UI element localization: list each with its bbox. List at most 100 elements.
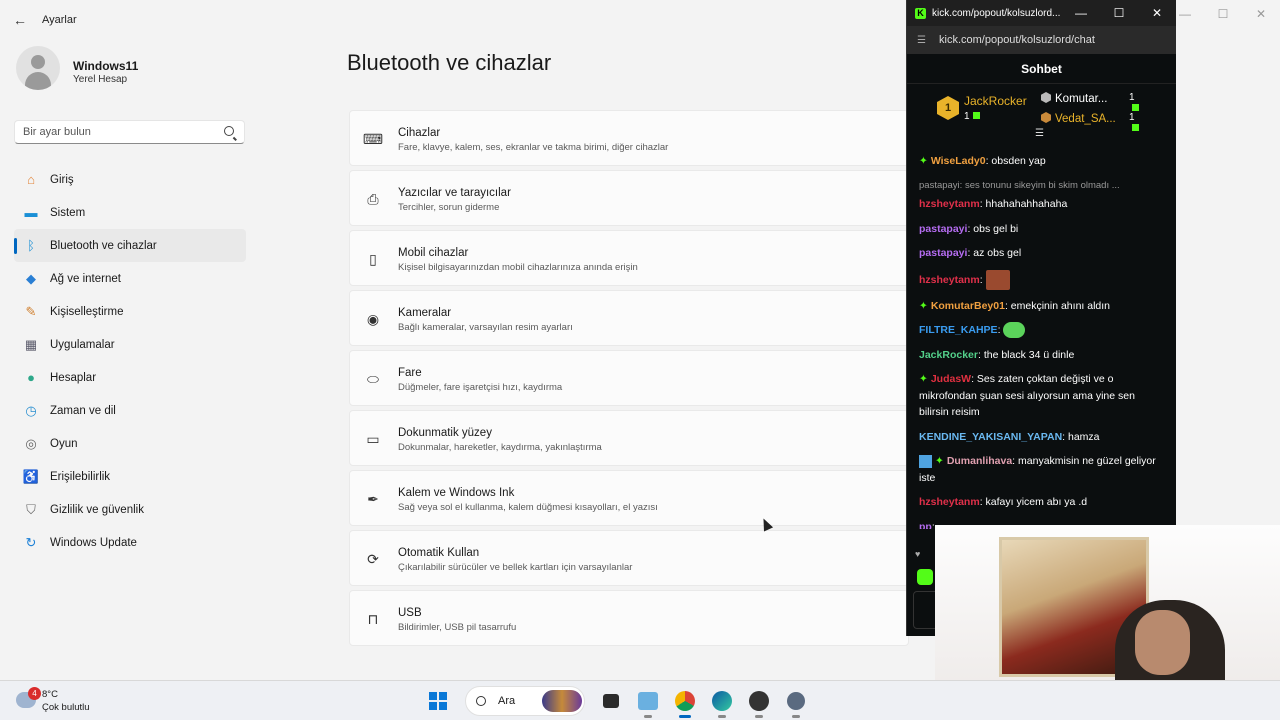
back-button[interactable]: ← [10, 10, 30, 30]
task-view-icon [603, 694, 619, 708]
chat-username[interactable]: hzsheytanm [919, 198, 980, 210]
paint-icon [638, 692, 658, 710]
taskbar-search[interactable]: Ara [465, 686, 585, 716]
search-icon[interactable] [224, 126, 234, 136]
settings-card[interactable]: ⬭ Fare Düğmeler, fare işaretçisi hızı, kay… [349, 350, 909, 406]
card-title: Kameralar [398, 307, 452, 319]
settings-card[interactable]: ▭ Dokunmatik yüzey Dokunmalar, hareketler,… [349, 410, 909, 466]
chat-message: ✦ JudasW: Ses zaten çoktan değişti ve o m… [919, 373, 1135, 418]
printer-icon: ⎙ [367, 190, 379, 207]
leader-third[interactable]: Vedat_SA... 1 [1041, 112, 1139, 131]
devices-icon: ⌨ [362, 130, 384, 147]
search-input[interactable] [15, 121, 205, 143]
taskbar-app-chrome[interactable] [667, 683, 703, 719]
card-title: Dokunmatik yüzey [398, 427, 492, 439]
rank-hex-icon [1041, 92, 1051, 103]
chat-url-bar[interactable]: ☰ kick.com/popout/kolsuzlord/chat [907, 26, 1176, 54]
card-subtitle: Dokunmalar, hareketler, kaydırma, yakınl… [398, 442, 602, 453]
gift-icon [1132, 104, 1139, 111]
sidebar-item-6[interactable]: ● Hesaplar [14, 361, 246, 394]
sidebar-item-label: Ağ ve internet [50, 272, 121, 285]
settings-card[interactable]: ▯ Mobil cihazlar Kişisel bilgisayarınızdan… [349, 230, 909, 286]
chat-username[interactable]: WiseLady0 [931, 155, 986, 167]
chat-username[interactable]: KomutarBey01 [931, 300, 1005, 312]
sidebar-item-0[interactable]: ⌂ Giriş [14, 163, 246, 196]
sidebar-item-7[interactable]: ◷ Zaman ve dil [14, 394, 246, 427]
sidebar-item-label: Oyun [50, 437, 78, 450]
chat-username[interactable]: hzsheytanm [919, 496, 980, 508]
chat-username[interactable]: pastapayi [919, 247, 967, 259]
apps-icon: ▦ [24, 336, 38, 352]
card-subtitle: Tercihler, sorun giderme [398, 202, 500, 213]
settings-card[interactable]: ◉ Kameralar Bağlı kameralar, varsayılan re… [349, 290, 909, 346]
chat-username[interactable]: pp [919, 521, 932, 530]
star-badge-icon: ✦ [919, 373, 928, 385]
sidebar-item-3[interactable]: ◆ Ağ ve internet [14, 262, 246, 295]
chat-maximize-button[interactable]: ☐ [1100, 6, 1138, 20]
taskbar-app-edge[interactable] [704, 683, 740, 719]
weather-widget[interactable]: 4 8°C Çok bulutlu [14, 687, 134, 715]
taskbar: 4 8°C Çok bulutlu Ara [0, 680, 1280, 720]
chat-username[interactable]: FILTRE_KAHPE [919, 324, 998, 336]
chat-minimize-button[interactable]: — [1062, 6, 1100, 20]
leader-second[interactable]: Komutar... 1 [1041, 92, 1139, 111]
sidebar-item-4[interactable]: ✎ Kişiselleştirme [14, 295, 246, 328]
site-settings-icon[interactable]: ☰ [917, 35, 931, 46]
page-title: Bluetooth ve cihazlar [347, 50, 552, 75]
autoplay-icon: ⟳ [367, 550, 379, 567]
time-language-icon: ◷ [25, 402, 37, 418]
chat-text: emekçinin ahını aldın [1010, 299, 1111, 312]
chat-username[interactable]: KENDINE_YAKISANI_YAPAN [919, 431, 1062, 443]
chat-username[interactable]: JudasW [931, 373, 971, 385]
chat-username[interactable]: Dumanlihava [947, 455, 1012, 467]
chat-username[interactable]: JackRocker [919, 349, 978, 361]
chat-message: hzsheytanm: hhahahahhahaha [919, 198, 1068, 210]
sidebar-item-1[interactable]: ▬ Sistem [14, 196, 246, 229]
sidebar-item-5[interactable]: ▦ Uygulamalar [14, 328, 246, 361]
emote-icon[interactable] [917, 569, 933, 585]
chat-window-titlebar: K kick.com/popout/kolsuzlord... — ☐ ✕ [907, 0, 1176, 26]
filter-icon[interactable]: ☰ [1035, 128, 1044, 139]
sidebar-item-11[interactable]: ↻ Windows Update [14, 526, 246, 559]
pen-icon: ✒ [367, 490, 379, 507]
leader-first-count: 1 [964, 111, 980, 122]
heart-icon[interactable]: ♥ [915, 549, 920, 559]
settings-card[interactable]: ✒ Kalem ve Windows Ink Sağ veya sol el kul… [349, 470, 909, 526]
sidebar-item-2[interactable]: ᛒ Bluetooth ve cihazlar [14, 229, 246, 262]
gift-leaderboard: 1 JackRocker 1 Komutar... 1 Vedat_SA... … [907, 84, 1176, 142]
sidebar-item-10[interactable]: ⛉ Gizlilik ve güvenlik [14, 493, 246, 526]
maximize-button[interactable]: ☐ [1204, 0, 1242, 28]
chat-url: kick.com/popout/kolsuzlord/chat [939, 34, 1095, 46]
sidebar-item-label: Windows Update [50, 536, 137, 549]
chat-message: hzsheytanm: [919, 269, 1165, 290]
chat-message: ✦ WiseLady0: obsden yap [919, 155, 1046, 167]
taskbar-app-settings[interactable] [778, 683, 814, 719]
taskbar-app-paint[interactable] [630, 683, 666, 719]
close-button[interactable]: ✕ [1242, 0, 1280, 28]
chat-text: az obs gel [973, 247, 1022, 259]
chat-username[interactable]: hzsheytanm [919, 273, 980, 285]
app-title: Ayarlar [42, 14, 77, 26]
system-icon: ▬ [24, 205, 38, 220]
taskbar-app-obs[interactable] [741, 683, 777, 719]
sidebar-item-8[interactable]: ◎ Oyun [14, 427, 246, 460]
star-badge-icon: ✦ [919, 299, 928, 312]
accounts-icon: ● [27, 370, 35, 385]
card-title: Cihazlar [398, 127, 441, 139]
card-subtitle: Bağlı kameralar, varsayılan resim ayarla… [398, 322, 573, 333]
start-button[interactable] [420, 683, 456, 719]
settings-card[interactable]: ⌨ Cihazlar Fare, klavye, kalem, ses, ekran… [349, 110, 909, 166]
windows-logo-icon [429, 692, 447, 710]
leader-first-name[interactable]: JackRocker [964, 94, 1027, 108]
settings-card[interactable]: ⟳ Otomatik Kullan Çıkarılabilir sürücüler … [349, 530, 909, 586]
sidebar-item-9[interactable]: ♿ Erişilebilirlik [14, 460, 246, 493]
chat-close-button[interactable]: ✕ [1138, 6, 1176, 20]
settings-card[interactable]: ⊓ USB Bildirimler, USB pil tasarrufu [349, 590, 909, 646]
task-view-button[interactable] [593, 683, 629, 719]
settings-card[interactable]: ⎙ Yazıcılar ve tarayıcılar Tercihler, soru… [349, 170, 909, 226]
sidebar-item-label: Hesaplar [50, 371, 97, 384]
user-profile[interactable]: Windows11 Yerel Hesap [16, 46, 246, 96]
settings-search[interactable] [14, 120, 245, 144]
reply-preview[interactable]: pastapayi: ses tonunu sikeyim bi skim ol… [919, 178, 1165, 195]
chat-username[interactable]: pastapayi [919, 223, 967, 235]
